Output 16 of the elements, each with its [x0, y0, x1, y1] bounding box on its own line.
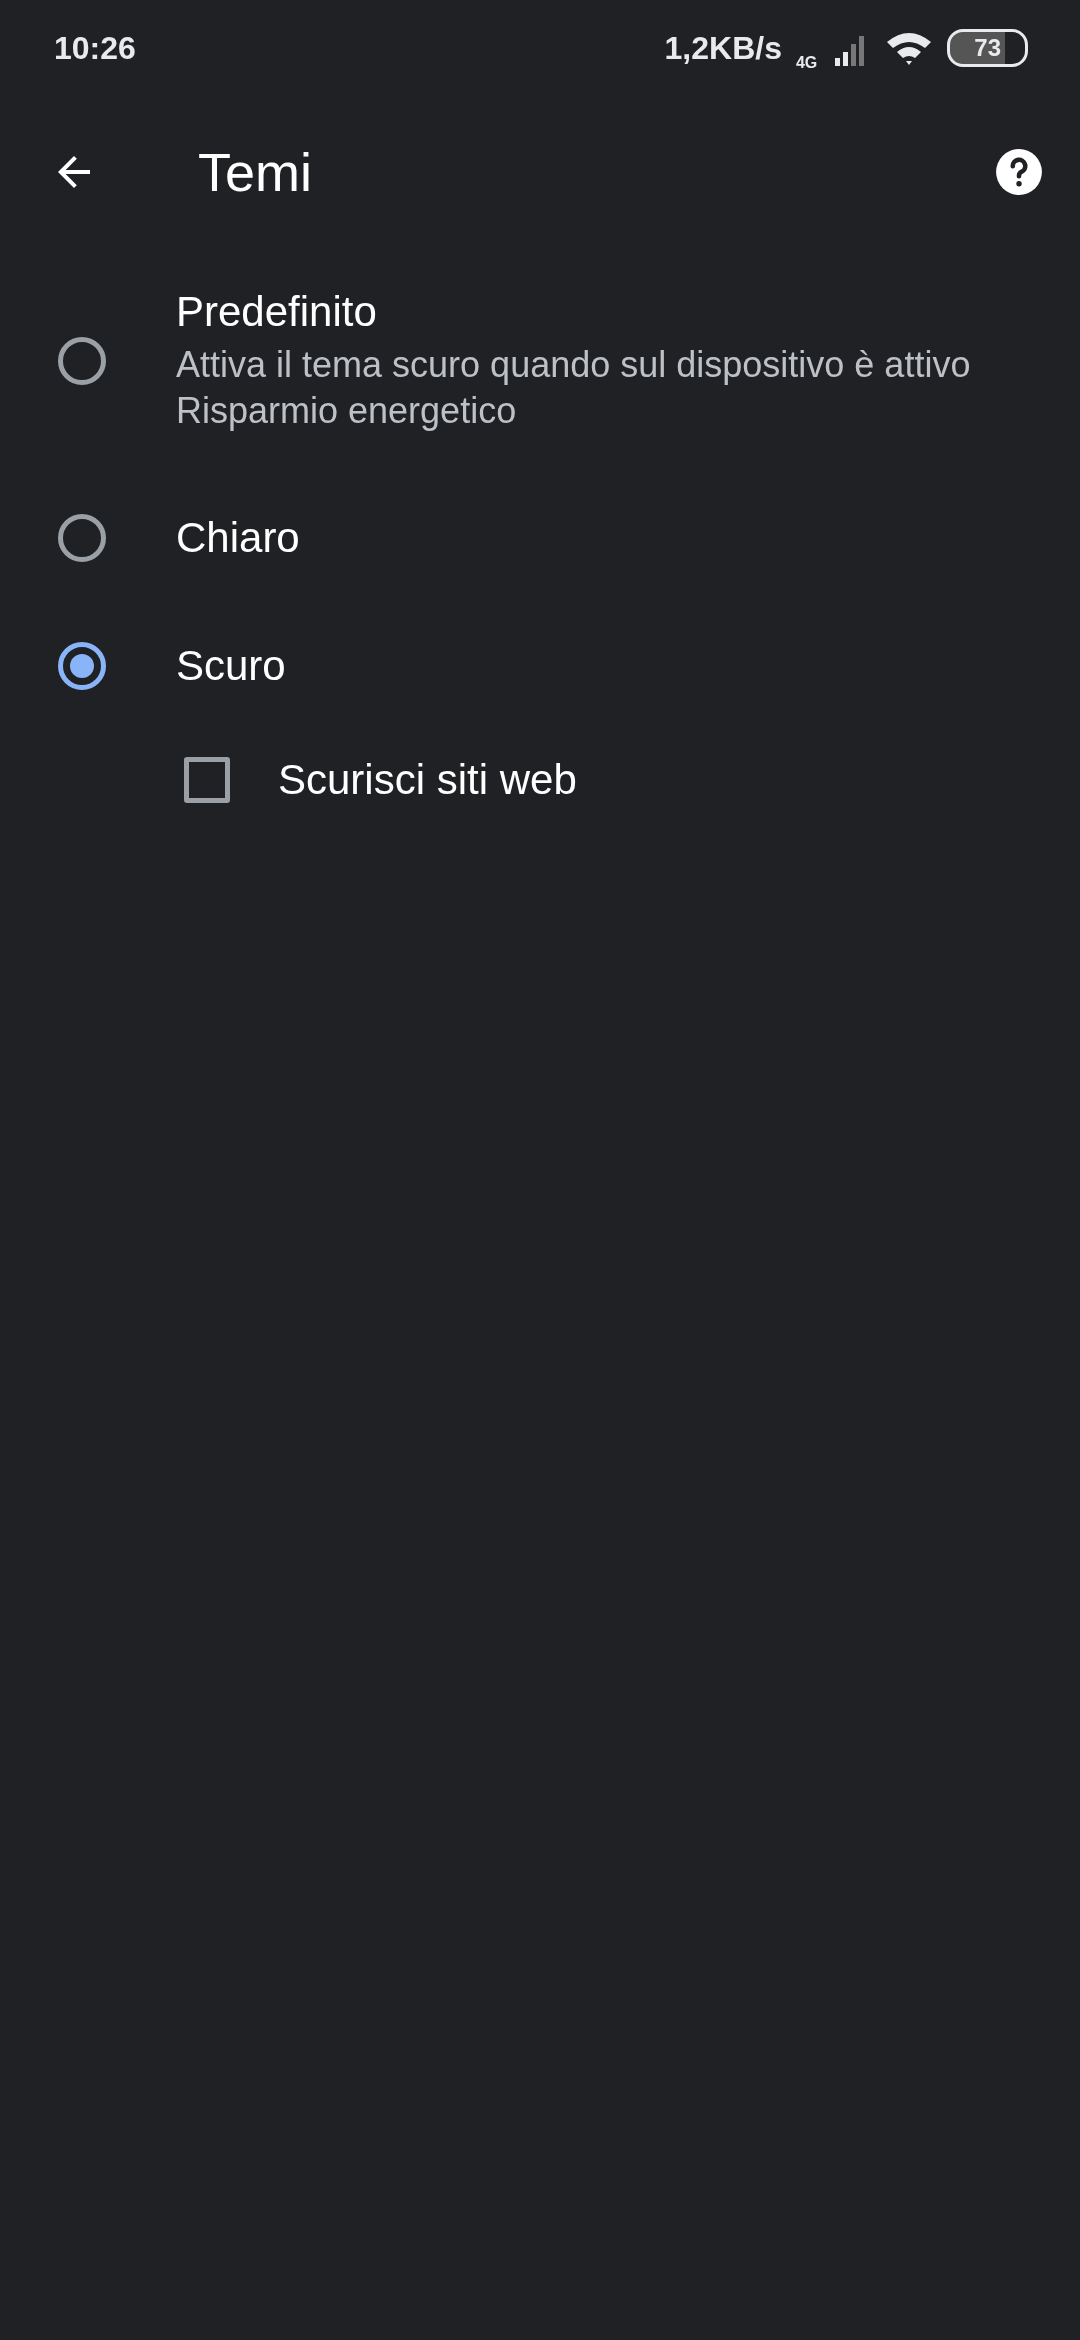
checkbox-label: Scurisci siti web — [278, 756, 577, 804]
screen-title: Temi — [198, 141, 313, 203]
option-description: Attiva il tema scuro quando sul dispositivo è attivo Risparmio energetico — [176, 343, 972, 433]
wifi-icon — [885, 30, 934, 66]
help-button[interactable] — [994, 147, 1044, 197]
status-time: 10:26 — [54, 29, 136, 67]
radio-button[interactable] — [58, 337, 106, 385]
radio-button[interactable] — [58, 642, 106, 690]
network-speed: 1,2KB/s — [664, 29, 782, 67]
radio-button[interactable] — [58, 514, 106, 562]
battery-level: 73 — [947, 29, 1028, 67]
option-title: Scuro — [176, 642, 286, 690]
network-type: 4G — [795, 54, 818, 72]
option-title: Predefinito — [176, 288, 378, 336]
option-title: Chiaro — [176, 514, 300, 562]
checkbox[interactable] — [184, 757, 230, 803]
